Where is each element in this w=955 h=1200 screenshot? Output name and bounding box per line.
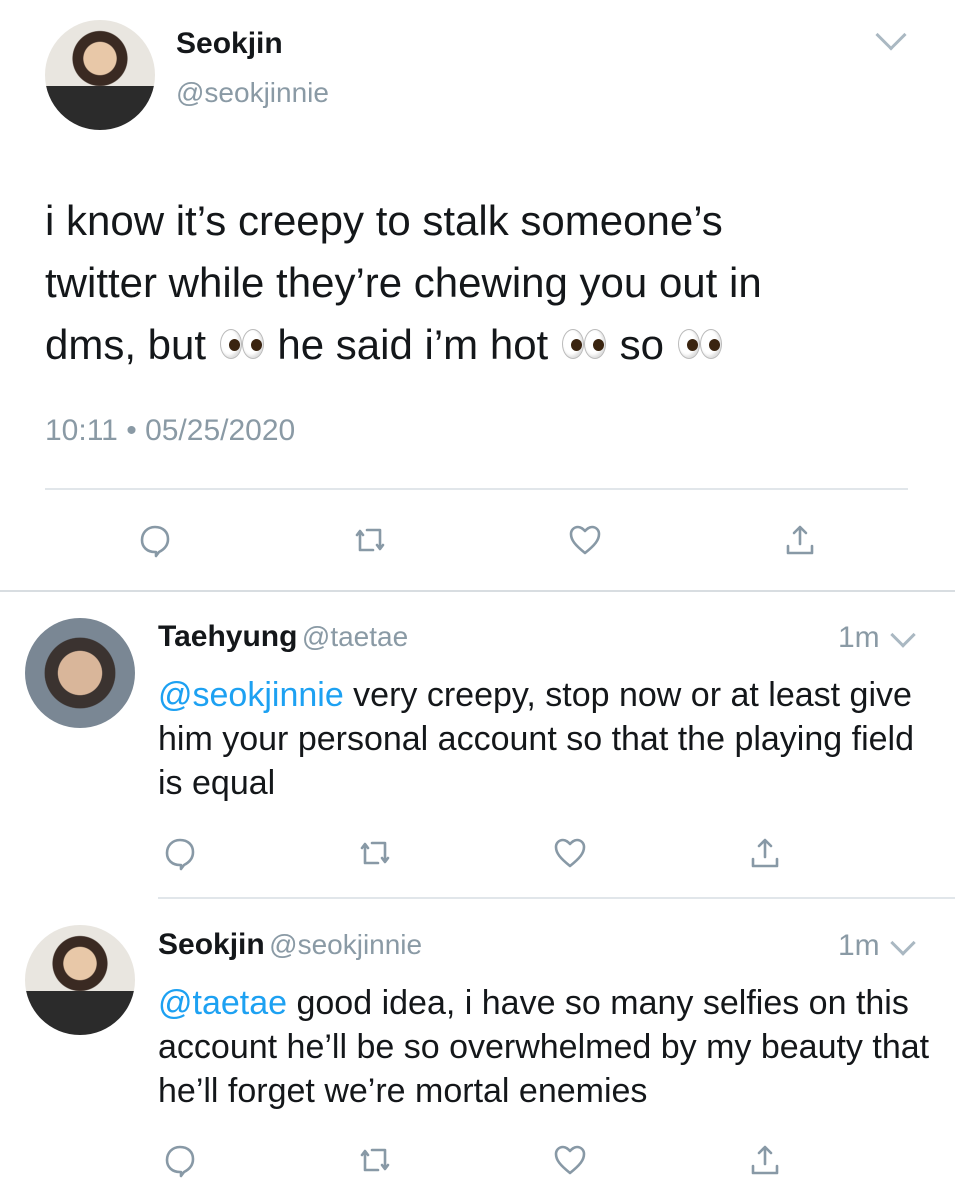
chevron-down-icon[interactable] <box>890 930 916 956</box>
chevron-down-icon[interactable] <box>875 19 907 51</box>
eyes-emoji-icon <box>560 329 608 361</box>
avatar[interactable] <box>25 925 135 1035</box>
divider <box>0 590 955 592</box>
author-handle[interactable]: @seokjinnie <box>269 929 422 960</box>
retweet-icon[interactable] <box>355 1140 395 1180</box>
reply-header: Seokjin @seokjinnie <box>158 928 422 962</box>
reply-text: @taetae good idea, i have so many selfie… <box>158 984 930 1110</box>
divider <box>158 897 955 899</box>
eyes-emoji-icon <box>676 329 724 361</box>
reply-time: 1m <box>838 929 880 962</box>
author-handle[interactable]: @taetae <box>302 621 408 652</box>
reply-text: @seokjinnie very creepy, stop now or at … <box>158 676 915 802</box>
share-icon[interactable] <box>745 1140 785 1180</box>
like-icon[interactable] <box>565 520 605 560</box>
like-icon[interactable] <box>550 1140 590 1180</box>
timestamp: 10:11 • 05/25/2020 <box>45 414 296 447</box>
reply-icon[interactable] <box>160 833 200 873</box>
avatar[interactable] <box>25 618 135 728</box>
reply-icon[interactable] <box>160 1140 200 1180</box>
author-handle[interactable]: @seokjinnie <box>176 77 329 109</box>
author-name[interactable]: Taehyung <box>158 620 297 653</box>
like-icon[interactable] <box>550 833 590 873</box>
tweet-text: i know it’s creepy to stalk someone’s tw… <box>45 197 762 368</box>
reply-time: 1m <box>838 621 880 654</box>
eyes-emoji-icon <box>218 329 266 361</box>
reply-icon[interactable] <box>135 520 175 560</box>
avatar[interactable] <box>45 20 155 130</box>
share-icon[interactable] <box>780 520 820 560</box>
author-name[interactable]: Seokjin <box>176 27 283 61</box>
mention-link[interactable]: @taetae <box>158 984 287 1022</box>
reply-header: Taehyung @taetae <box>158 620 408 654</box>
retweet-icon[interactable] <box>355 833 395 873</box>
author-name[interactable]: Seokjin <box>158 928 265 961</box>
divider <box>45 488 908 490</box>
mention-link[interactable]: @seokjinnie <box>158 676 344 714</box>
retweet-icon[interactable] <box>350 520 390 560</box>
share-icon[interactable] <box>745 833 785 873</box>
chevron-down-icon[interactable] <box>890 622 916 648</box>
